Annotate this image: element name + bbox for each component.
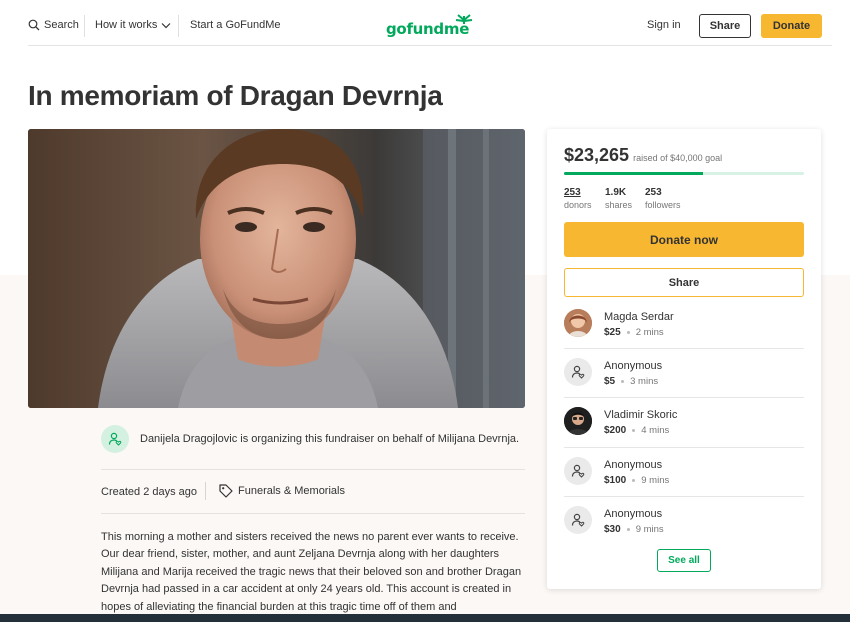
donation-time: 9 mins: [641, 475, 670, 486]
share-button[interactable]: Share: [564, 268, 804, 297]
donation-amount: $25: [604, 327, 621, 338]
dot-separator: [632, 429, 636, 432]
meta-divider: [205, 482, 206, 500]
divider: [564, 496, 804, 497]
organizer-avatar: [101, 425, 129, 453]
donation-amount: $30: [604, 524, 621, 535]
raised-goal: raised of $40,000 goal: [633, 153, 723, 163]
donor-photo: [564, 309, 592, 337]
donor-meta: $5 3 mins: [604, 376, 658, 387]
header-donate-button[interactable]: Donate: [761, 14, 822, 38]
campaign-story: This morning a mother and sisters receiv…: [101, 531, 522, 613]
donor-avatar: [564, 358, 592, 386]
donation-time: 9 mins: [635, 524, 664, 535]
nav-divider: [84, 15, 85, 37]
donor-avatar: [564, 407, 592, 435]
divider: [101, 469, 525, 470]
donate-now-button[interactable]: Donate now: [564, 222, 804, 257]
donor-name: Anonymous: [604, 360, 663, 372]
donation-item: Anonymous $5 3 mins: [564, 358, 804, 406]
nav-divider: [178, 15, 179, 37]
sign-in-link[interactable]: Sign in: [647, 19, 681, 31]
donation-time: 4 mins: [641, 425, 670, 436]
stat-donors[interactable]: 253 donors: [564, 187, 592, 210]
stat-number: 253: [645, 187, 662, 198]
organizer-text: Danijela Dragojlovic is organizing this …: [140, 433, 520, 445]
stat-shares: 1.9K shares: [605, 187, 632, 210]
progress-bar: [564, 172, 804, 175]
donation-time: 2 mins: [635, 327, 664, 338]
donor-meta: $25 2 mins: [604, 327, 664, 338]
stat-followers: 253 followers: [645, 187, 681, 210]
stat-number: 1.9K: [605, 187, 627, 198]
donation-amount: $200: [604, 425, 627, 436]
divider: [564, 397, 804, 398]
donor-meta: $30 9 mins: [604, 524, 664, 535]
bottom-edge: [0, 614, 850, 622]
search-icon: [28, 19, 40, 31]
donation-item: Magda Serdar $25 2 mins: [564, 309, 804, 357]
header-share-button[interactable]: Share: [699, 14, 751, 38]
start-gofundme-link[interactable]: Start a GoFundMe: [190, 19, 281, 31]
donor-name: Anonymous: [604, 508, 663, 520]
user-heart-icon: [108, 432, 122, 446]
stat-label: donors: [564, 200, 592, 210]
search-link[interactable]: Search: [28, 19, 79, 31]
dot-separator: [626, 528, 630, 531]
donation-item: Anonymous $100 9 mins: [564, 457, 804, 505]
see-all-button[interactable]: See all: [657, 549, 711, 572]
category-link[interactable]: Funerals & Memorials: [219, 484, 345, 498]
donor-meta: $100 9 mins: [604, 475, 669, 486]
gofundme-logo[interactable]: gofundme: [386, 11, 473, 38]
donor-photo: [564, 407, 592, 435]
progress-fill: [564, 172, 704, 175]
donation-amount: $100: [604, 475, 627, 486]
campaign-photo: [28, 129, 525, 408]
dot-separator: [632, 479, 636, 482]
chevron-down-icon: [161, 22, 171, 28]
campaign-title: In memoriam of Dragan Devrnja: [28, 80, 443, 111]
portrait-image: [28, 129, 525, 408]
how-it-works-label: How it works: [95, 19, 158, 31]
raised-amount: $23,265: [564, 145, 630, 165]
raised-summary: $23,265 raised of $40,000 goal: [564, 145, 722, 166]
donation-item: Anonymous $30 9 mins: [564, 506, 804, 554]
search-label: Search: [44, 19, 79, 31]
divider: [564, 447, 804, 448]
sign-in-label: Sign in: [647, 19, 681, 31]
site-header: Search How it works Start a GoFundMe gof…: [0, 0, 850, 48]
category-label: Funerals & Memorials: [238, 485, 345, 497]
created-date: Created 2 days ago: [101, 486, 198, 498]
divider: [101, 513, 525, 514]
user-heart-icon: [571, 464, 585, 478]
stat-label: followers: [645, 200, 681, 210]
user-heart-icon: [571, 365, 585, 379]
stat-number: 253: [564, 187, 581, 198]
start-gofundme-label: Start a GoFundMe: [190, 19, 281, 31]
divider: [564, 348, 804, 349]
user-heart-icon: [571, 513, 585, 527]
dot-separator: [621, 380, 625, 383]
header-divider: [28, 45, 832, 46]
donor-meta: $200 4 mins: [604, 425, 669, 436]
how-it-works-menu[interactable]: How it works: [95, 19, 171, 31]
stat-label: shares: [605, 200, 633, 210]
donor-avatar: [564, 506, 592, 534]
donation-amount: $5: [604, 376, 616, 387]
donor-name: Anonymous: [604, 459, 663, 471]
donation-time: 3 mins: [630, 376, 659, 387]
donor-name: Vladimir Skoric: [604, 409, 678, 421]
donation-card: $23,265 raised of $40,000 goal 253 donor…: [547, 129, 821, 589]
tag-icon: [219, 484, 233, 498]
donor-avatar: [564, 457, 592, 485]
donor-name: Magda Serdar: [604, 311, 674, 323]
donor-avatar: [564, 309, 592, 337]
dot-separator: [626, 331, 630, 334]
logo-sprout-icon: [455, 14, 473, 24]
